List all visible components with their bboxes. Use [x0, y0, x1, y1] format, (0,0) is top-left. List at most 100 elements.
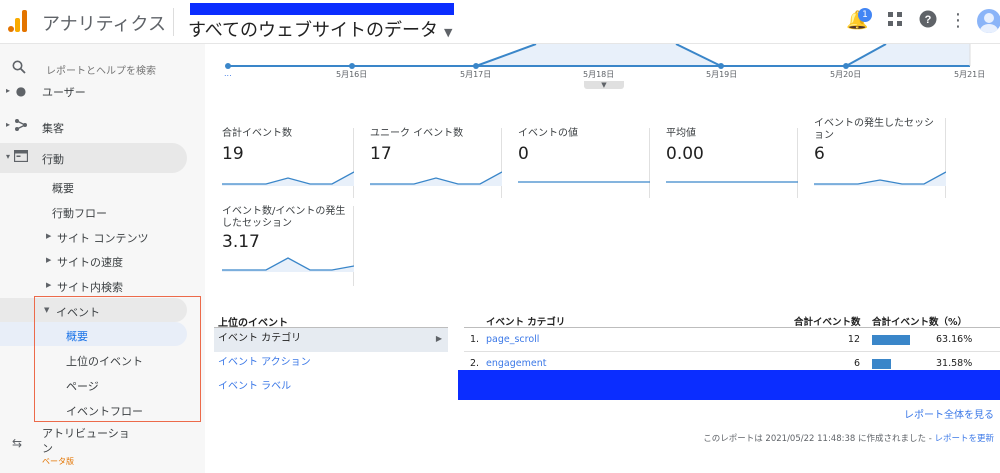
metric-value: 3.17 [222, 232, 260, 252]
top-events-title: 上位のイベント [214, 314, 448, 329]
avatar[interactable] [977, 9, 1000, 33]
property-selector[interactable]: すべてのウェブサイトのデータ ▼ [188, 16, 453, 42]
sidebar-item-behavior-flow[interactable]: 行動フロー [0, 199, 205, 223]
sparkline [370, 171, 502, 186]
date-tick: 5月18日 [583, 70, 615, 79]
date-tick: 5月21日 [954, 70, 986, 79]
sparkline [666, 181, 798, 183]
sparkline [518, 181, 650, 183]
app-name: アナリティクス [42, 14, 167, 35]
search-placeholder: レポートとヘルプを検索 [46, 66, 156, 77]
chevron-right-icon: ▶ [46, 232, 52, 240]
divider [173, 8, 174, 36]
metric-label: ユニーク イベント数 [370, 128, 464, 139]
help-icon[interactable]: ? [917, 10, 939, 32]
property-name: すべてのウェブサイトのデータ [188, 20, 439, 41]
dimension-event-action[interactable]: イベント アクション [214, 352, 448, 376]
dimension-event-label[interactable]: イベント ラベル [214, 376, 448, 400]
sidebar-item-site-search[interactable]: ▶ サイト内検索 [0, 273, 205, 297]
footer-text: このレポートは 2021/05/22 11:48:38 に作成されました - [703, 434, 935, 444]
metric-value: 0.00 [666, 144, 704, 164]
sparkline [222, 257, 354, 272]
metric-label: イベントの値 [518, 128, 578, 139]
metric-label: 合計イベント数 [222, 128, 292, 139]
sidebar-item-acquisition[interactable]: ▸ 集客 [0, 114, 205, 138]
analytics-app: アナリティクス すべてのウェブサイトのデータ ▼ 🔔 1 ? ⋮ レポートとヘルプ… [0, 0, 1000, 473]
column-header[interactable]: 合計イベント数 [794, 314, 861, 328]
chevron-right-icon: ▶ [46, 256, 52, 264]
sidebar-item-site-speed[interactable]: ▶ サイトの速度 [0, 248, 205, 272]
svg-text:?: ? [925, 14, 932, 26]
sidebar-search[interactable]: レポートとヘルプを検索 [0, 52, 205, 86]
sidebar-item-users[interactable]: ▸ ● ユーザー [0, 86, 205, 100]
chevron-right-icon: ▶ [46, 281, 52, 289]
metric-value: 17 [370, 144, 392, 164]
sparkline [222, 171, 354, 186]
metric-value: 0 [518, 144, 529, 164]
top-events-panel: 上位のイベント イベント カテゴリ ▶ イベント アクション イベント ラベル [214, 314, 448, 400]
row-pct: 31.58% [936, 358, 973, 369]
collapse-chart-button[interactable]: ▼ [584, 81, 624, 89]
date-tick: ... [224, 69, 232, 78]
search-icon [12, 59, 26, 78]
beta-label: ベータ版 [42, 457, 74, 466]
chevron-right-icon: ▸ [6, 86, 11, 95]
chevron-right-icon: ▸ [6, 120, 11, 129]
sparkline [814, 171, 946, 186]
metric-value: 6 [814, 144, 825, 164]
row-pct: 63.16% [936, 334, 973, 345]
row-count: 12 [847, 334, 860, 345]
date-tick: 5月16日 [336, 70, 368, 79]
chevron-right-icon: ▶ [435, 334, 442, 343]
redacted-account [190, 3, 454, 15]
metric-label: 平均値 [666, 128, 696, 139]
dimension-event-category[interactable]: イベント カテゴリ ▶ [214, 328, 448, 352]
sidebar-item-behavior[interactable]: ▾ 行動 [0, 143, 187, 173]
date-tick: 5月20日 [830, 70, 862, 79]
metric-events-per-session[interactable]: イベント数/イベントの発生したセッション 3.17 [206, 206, 354, 286]
notification-badge: 1 [858, 8, 872, 22]
metric-value: 19 [222, 144, 244, 164]
highlight-box [34, 296, 201, 422]
table-row: 1. page_scroll 12 63.16% [464, 328, 1000, 352]
sidebar-item-site-content[interactable]: ▶ サイト コンテンツ [0, 224, 205, 248]
metric-avg-value[interactable]: 平均値 0.00 [650, 128, 798, 198]
sidebar: レポートとヘルプを検索 ▸ ● ユーザー ▸ 集客 ▾ 行動 概要 行動フロー [0, 44, 205, 473]
acquisition-icon [13, 118, 29, 132]
table-header: イベント カテゴリ 合計イベント数 合計イベント数（%） [464, 314, 1000, 328]
behavior-icon [13, 149, 29, 164]
analytics-logo-icon[interactable] [8, 8, 30, 32]
events-table: イベント カテゴリ 合計イベント数 合計イベント数（%） 1. page_scr… [464, 314, 1000, 376]
date-tick: 5月19日 [706, 70, 738, 79]
top-bar: アナリティクス すべてのウェブサイトのデータ ▼ 🔔 1 ? ⋮ [0, 0, 1000, 44]
attribution-icon: ⇆ [12, 436, 23, 450]
column-header[interactable]: 合計イベント数（%） [872, 314, 967, 328]
metric-unique-events[interactable]: ユニーク イベント数 17 [354, 128, 502, 198]
main-content: ... 5月16日 5月17日 5月18日 5月19日 5月20日 5月21日 … [206, 43, 1000, 473]
metric-event-value[interactable]: イベントの値 0 [502, 128, 650, 198]
chevron-down-icon: ▾ [6, 152, 11, 161]
person-icon: ● [15, 86, 27, 98]
caret-down-icon: ▼ [444, 26, 453, 39]
view-full-report-link[interactable]: レポート全体を見る [904, 406, 994, 421]
attribution-label-1: アトリビューショ [42, 427, 130, 440]
attribution-label-2: ン [42, 442, 53, 455]
date-tick: 5月17日 [460, 70, 492, 79]
column-header[interactable]: イベント カテゴリ [486, 314, 565, 328]
sidebar-item-attribution[interactable]: ⇆ アトリビューション ベータ版 [0, 426, 205, 466]
row-index: 2. [470, 358, 480, 369]
refresh-report-link[interactable]: レポートを更新 [934, 434, 994, 444]
metric-label: イベント数/イベントの発生したセッション [222, 206, 346, 229]
metric-total-events[interactable]: 合計イベント数 19 [206, 128, 354, 198]
row-category-link[interactable]: page_scroll [486, 334, 539, 345]
row-count: 6 [853, 358, 860, 369]
apps-grid-icon[interactable] [884, 10, 906, 32]
metric-sessions-with-event[interactable]: イベントの発生したセッション 6 [798, 118, 946, 198]
more-vert-icon[interactable]: ⋮ [947, 10, 969, 32]
row-share-bar [872, 335, 910, 345]
row-share-bar [872, 359, 891, 369]
metric-label: イベントの発生したセッション [814, 118, 934, 141]
sidebar-item-behavior-overview[interactable]: 概要 [0, 174, 205, 198]
redacted-rows [458, 370, 1000, 400]
row-category-link[interactable]: engagement [486, 358, 546, 369]
